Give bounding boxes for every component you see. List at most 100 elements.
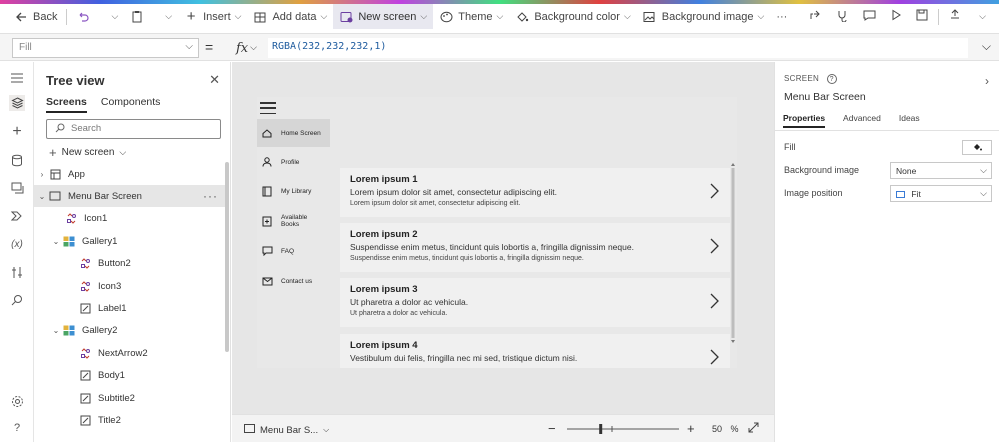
more-options-icon[interactable]: ···	[203, 189, 218, 203]
menu-item-profile[interactable]: Profile	[257, 148, 330, 176]
search-icon[interactable]	[9, 292, 25, 308]
undo-dropdown[interactable]: ⌵	[101, 4, 124, 29]
menu-item-home[interactable]: Home Screen	[257, 119, 330, 147]
zoom-slider[interactable]	[567, 423, 679, 435]
menu-item-faq[interactable]: FAQ	[257, 237, 330, 265]
tree-node-gallery1[interactable]: ⌄ Gallery1	[34, 230, 226, 252]
menu-item-available-books[interactable]: Available Books	[257, 207, 330, 235]
menu-item-label: Profile	[281, 158, 300, 166]
power-automate-icon[interactable]	[9, 208, 25, 224]
undo-button[interactable]	[70, 4, 101, 29]
tab-components[interactable]: Components	[101, 96, 161, 113]
tree-node-label1[interactable]: Label1	[34, 297, 226, 319]
insert-icon[interactable]: +	[9, 123, 25, 140]
chevron-right-icon[interactable]	[708, 348, 720, 366]
tree-node-icon3[interactable]: Icon3	[34, 275, 226, 297]
gallery-card[interactable]: Lorem ipsum 4 Vestibulum dui felis, frin…	[340, 334, 730, 368]
menu-item-library[interactable]: My Library	[257, 177, 330, 205]
new-screen-tree-button[interactable]: + New screen ⌵	[49, 145, 126, 160]
chevron-right-icon[interactable]	[708, 237, 720, 255]
data-icon[interactable]	[9, 152, 25, 168]
add-data-button[interactable]: Add data ⌵	[247, 4, 333, 29]
help-icon[interactable]: ?	[9, 420, 25, 436]
tree-node-button2[interactable]: Button2	[34, 252, 226, 274]
background-color-button[interactable]: Background color ⌵	[509, 4, 636, 29]
variables-icon[interactable]: (x)	[9, 236, 25, 252]
new-screen-icon	[339, 10, 353, 24]
tree-scrollbar[interactable]	[225, 162, 229, 352]
tree-node-gallery2[interactable]: ⌄ Gallery2	[34, 319, 226, 341]
card-subtitle: Suspendisse enim metus, tincidunt quis l…	[350, 242, 634, 252]
new-screen-button[interactable]: New screen ⌵	[333, 4, 434, 29]
new-screen-tree-label: New screen	[61, 147, 115, 158]
gallery-card[interactable]: Lorem ipsum 1 Lorem ipsum dolor sit amet…	[340, 168, 730, 217]
tab-properties[interactable]: Properties	[783, 113, 826, 128]
zoom-in-button[interactable]: +	[687, 421, 695, 436]
book-add-icon	[261, 216, 273, 226]
tree-view-icon[interactable]	[9, 95, 25, 111]
fill-color-picker[interactable]	[962, 140, 992, 155]
more-button[interactable]: ···	[770, 4, 793, 29]
app-screen-preview[interactable]: Home Screen Profile My Library Available…	[257, 97, 737, 368]
plus-icon: +	[49, 145, 57, 160]
chevron-down-icon: ⌄	[52, 325, 60, 335]
chevron-right-icon[interactable]	[708, 182, 720, 200]
image-position-dropdown[interactable]: Fit ⌵	[890, 185, 992, 202]
comments-button[interactable]	[856, 4, 883, 29]
theme-button[interactable]: Theme ⌵	[433, 4, 509, 29]
preview-button[interactable]	[883, 4, 909, 29]
gallery-scrollbar[interactable]	[731, 163, 735, 343]
paste-dropdown[interactable]: ⌵	[155, 4, 178, 29]
settings-icon[interactable]	[9, 393, 25, 409]
tree-node-body1[interactable]: Body1	[34, 364, 226, 386]
tree-node-menu-bar-screen[interactable]: ⌄ Menu Bar Screen ···	[34, 185, 226, 207]
mail-icon	[261, 276, 273, 286]
insert-button[interactable]: + Insert ⌵	[178, 4, 247, 29]
back-button[interactable]: Back	[0, 4, 63, 29]
tree-node-subtitle2[interactable]: Subtitle2	[34, 387, 226, 409]
formula-input[interactable]: RGBA(232,232,232,1)	[268, 38, 968, 58]
expand-formula-button[interactable]: ⌵	[982, 39, 991, 54]
status-bar: Menu Bar S... ⌵ − + 50 %	[232, 414, 774, 442]
tab-screens[interactable]: Screens	[46, 96, 87, 113]
tree-node-nextarrow2[interactable]: NextArrow2	[34, 342, 226, 364]
chevron-right-icon[interactable]: ›	[985, 74, 989, 88]
screen-selector[interactable]: Menu Bar S... ⌵	[244, 424, 329, 436]
publish-button[interactable]	[942, 4, 968, 29]
paste-button[interactable]	[124, 4, 155, 29]
paint-bucket-icon	[515, 10, 529, 24]
screen-selector-label: Menu Bar S...	[260, 424, 319, 436]
gallery-card[interactable]: Lorem ipsum 3 Ut pharetra a dolor ac veh…	[340, 278, 730, 327]
chevron-right-icon[interactable]	[708, 292, 720, 310]
property-selector[interactable]: Fill ⌵	[12, 38, 199, 58]
background-image-button[interactable]: Background image ⌵	[637, 4, 771, 29]
menu-item-contact[interactable]: Contact us	[257, 267, 330, 295]
zoom-out-button[interactable]: −	[548, 421, 556, 436]
tab-advanced[interactable]: Advanced	[843, 113, 881, 128]
gallery-card[interactable]: Lorem ipsum 2 Suspendisse enim metus, ti…	[340, 223, 730, 272]
tree-node-app[interactable]: › App	[34, 163, 226, 185]
hamburger-icon[interactable]	[9, 70, 25, 86]
app-checker-button[interactable]	[829, 4, 856, 29]
advanced-tools-icon[interactable]	[9, 264, 25, 280]
properties-tabs: Properties Advanced Ideas	[783, 113, 920, 128]
tree-node-label: Icon1	[84, 212, 108, 224]
help-circle-icon[interactable]: ?	[826, 74, 837, 84]
tab-ideas[interactable]: Ideas	[899, 113, 920, 128]
palette-icon	[439, 10, 453, 24]
hamburger-icon[interactable]	[260, 102, 276, 114]
publish-dropdown[interactable]: ⌵	[968, 4, 993, 29]
media-icon[interactable]	[9, 180, 25, 196]
save-button[interactable]	[909, 4, 935, 29]
tree-node-title2[interactable]: Title2	[34, 409, 226, 431]
tree-search-input[interactable]: Search	[46, 119, 221, 139]
share-button[interactable]	[802, 4, 829, 29]
new-screen-label: New screen	[358, 10, 417, 23]
publish-icon	[949, 9, 961, 24]
tree-node-icon1[interactable]: Icon1	[34, 207, 226, 229]
zoom-slider-thumb[interactable]	[599, 424, 603, 434]
fit-to-window-button[interactable]	[748, 422, 759, 436]
fx-button[interactable]: fx ⌵	[229, 37, 264, 59]
close-icon[interactable]: ✕	[209, 72, 220, 88]
background-image-dropdown[interactable]: None ⌵	[890, 162, 992, 179]
